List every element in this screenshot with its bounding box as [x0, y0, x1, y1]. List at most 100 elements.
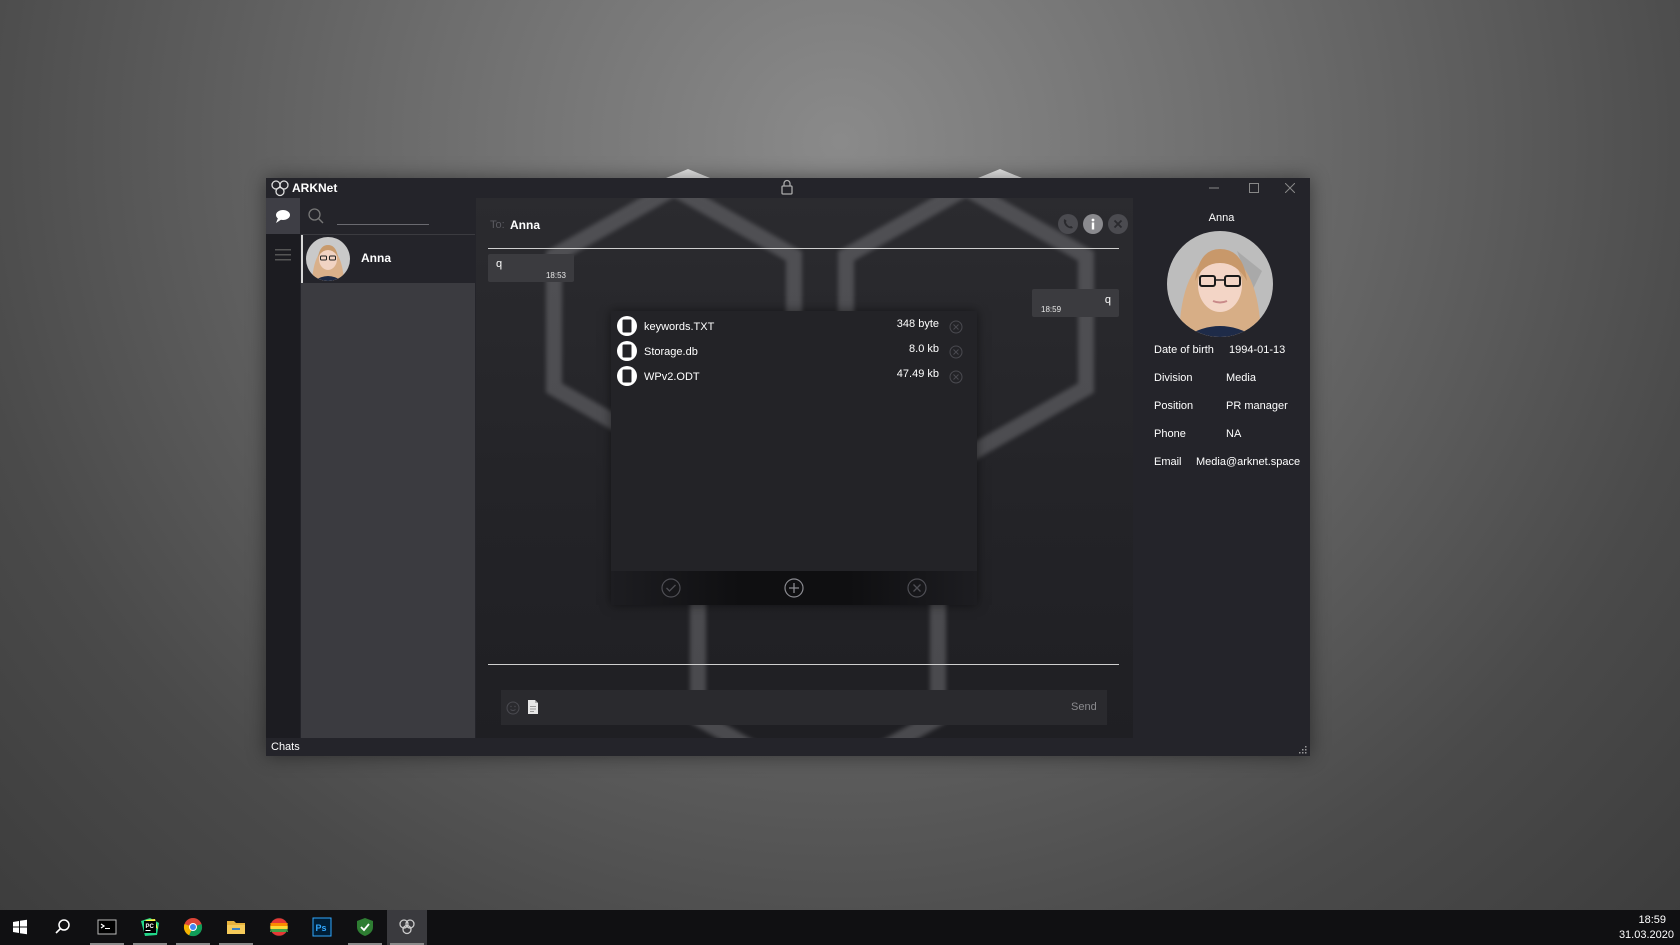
remove-file-icon[interactable] [949, 320, 963, 334]
minimize-button[interactable] [1194, 178, 1234, 198]
taskbar-terminal[interactable] [87, 910, 127, 945]
shield-icon [357, 918, 373, 936]
recipient-name: Anna [510, 218, 540, 232]
search-bar [301, 198, 475, 234]
search-icon[interactable] [307, 207, 325, 225]
avatar [306, 237, 350, 281]
chat-bubble-icon [276, 210, 290, 223]
taskbar-search-button[interactable] [43, 910, 83, 945]
dialog-footer [611, 571, 977, 605]
message-text: q [496, 258, 503, 270]
profile-value: NA [1226, 428, 1242, 440]
app-title: ARKNet [292, 181, 338, 195]
file-size: 8.0 kb [909, 343, 939, 355]
terminal-icon [97, 919, 117, 935]
clock-date[interactable]: 31.03.2020 [1619, 929, 1674, 941]
chat-header: To: Anna [488, 198, 1128, 249]
profile-label: Email [1154, 456, 1182, 468]
taskbar-photoshop[interactable]: Ps [302, 910, 342, 945]
arknet-icon [399, 919, 415, 935]
clock-time[interactable]: 18:59 [1638, 914, 1666, 926]
app-window: ARKNet Anna To: Anna q 18:53 q 18:59 key… [266, 178, 1310, 756]
profile-label: Division [1154, 372, 1193, 384]
nav-rail [266, 198, 300, 738]
taskbar-pycharm[interactable]: PC [130, 910, 170, 945]
profile-label: Position [1154, 400, 1194, 412]
file-name: keywords.TXT [644, 321, 715, 333]
info-icon [1091, 218, 1095, 230]
taskbar-security[interactable] [345, 910, 385, 945]
confirm-check-icon[interactable] [661, 578, 681, 598]
call-button[interactable] [1058, 214, 1078, 234]
message-text: q [1104, 294, 1111, 306]
contacts-panel: Anna [301, 198, 475, 738]
cancel-icon[interactable] [907, 578, 927, 598]
status-text: Chats [271, 741, 300, 753]
taskbar-chrome[interactable] [173, 910, 213, 945]
taskbar-colorful-app[interactable] [259, 910, 299, 945]
colorful-app-icon [269, 917, 289, 937]
message-incoming[interactable]: q 18:53 [488, 254, 574, 282]
file-size: 348 byte [896, 318, 939, 330]
pycharm-icon: PC [141, 918, 159, 936]
message-time: 18:59 [1041, 305, 1062, 314]
chrome-icon [183, 918, 203, 937]
contact-item-anna[interactable]: Anna [301, 235, 475, 283]
close-icon [1285, 183, 1295, 193]
background-hex-peek-right [978, 169, 1022, 178]
svg-text:Ps: Ps [316, 923, 327, 933]
minimize-icon [1209, 187, 1219, 189]
message-input[interactable] [547, 698, 1021, 720]
taskbar-file-explorer[interactable] [216, 910, 256, 945]
file-row[interactable]: keywords.TXT 348 byte [611, 316, 977, 340]
compose-divider [488, 664, 1119, 665]
profile-value: 1994-01-13 [1229, 344, 1286, 356]
maximize-icon [1249, 183, 1259, 193]
arknet-logo-icon [271, 180, 289, 197]
taskbar-arknet[interactable] [387, 910, 427, 945]
file-name: Storage.db [644, 346, 698, 358]
title-bar[interactable]: ARKNet [266, 178, 1310, 198]
remove-file-icon[interactable] [949, 345, 963, 359]
message-time: 18:53 [545, 271, 566, 280]
profile-panel: Anna Date of birth 1994-01-13 Division M… [1133, 198, 1310, 738]
send-button[interactable]: Send [1071, 701, 1097, 713]
attach-file-icon[interactable] [526, 699, 540, 715]
file-row[interactable]: WPv2.ODT 47.49 kb [611, 366, 977, 390]
contact-name: Anna [361, 251, 391, 265]
maximize-button[interactable] [1234, 178, 1274, 198]
close-icon [1113, 219, 1123, 229]
photoshop-icon: Ps [312, 917, 332, 937]
add-file-icon[interactable] [784, 578, 804, 598]
file-row[interactable]: Storage.db 8.0 kb [611, 341, 977, 365]
profile-name: Anna [1208, 212, 1235, 224]
phone-icon [1063, 219, 1073, 229]
emoji-icon[interactable] [506, 701, 520, 715]
file-name: WPv2.ODT [644, 371, 700, 383]
document-icon [617, 341, 637, 361]
info-button[interactable] [1083, 214, 1103, 234]
to-label: To: [490, 219, 505, 231]
search-icon [55, 919, 70, 934]
compose-bar: Send [501, 690, 1107, 725]
chats-nav-button[interactable] [266, 198, 300, 234]
profile-value[interactable]: Media@arknet.space [1196, 456, 1300, 468]
resize-grip-icon[interactable] [1299, 746, 1307, 754]
hamburger-menu-icon[interactable] [275, 248, 291, 262]
message-outgoing[interactable]: q 18:59 [1032, 289, 1119, 317]
lock-icon[interactable] [780, 179, 794, 196]
status-bar: Chats [266, 738, 1310, 756]
file-size: 47.49 kb [896, 368, 939, 380]
taskbar: PC Ps 18:59 31.03.2020 [0, 910, 1680, 945]
close-chat-button[interactable] [1108, 214, 1128, 234]
start-button[interactable] [0, 910, 40, 945]
close-button[interactable] [1270, 178, 1310, 198]
chat-panel: To: Anna q 18:53 q 18:59 keywords.TXT 34… [476, 198, 1133, 738]
remove-file-icon[interactable] [949, 370, 963, 384]
file-attachment-dialog: keywords.TXT 348 byte Storage.db 8.0 kb [611, 311, 977, 605]
profile-value: PR manager [1226, 400, 1288, 412]
search-input[interactable] [337, 208, 429, 225]
document-icon [617, 316, 637, 336]
profile-value: Media [1226, 372, 1256, 384]
svg-text:PC: PC [146, 924, 155, 930]
